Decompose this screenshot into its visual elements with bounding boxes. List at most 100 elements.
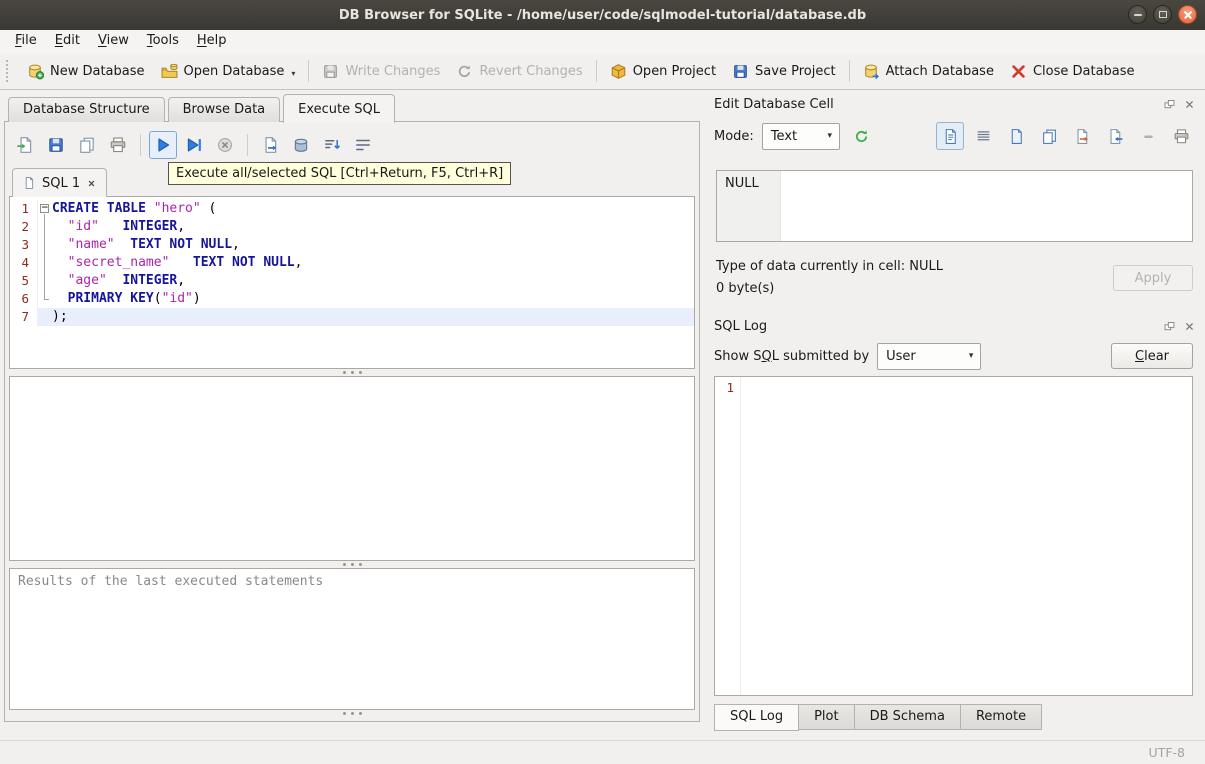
editor-line[interactable]: 1− CREATE TABLE "hero" ( (10, 200, 694, 218)
dock-tab-sql-log[interactable]: SQL Log (714, 704, 800, 731)
float-icon[interactable] (1161, 96, 1177, 112)
tab-execute-sql[interactable]: Execute SQL (283, 94, 396, 123)
execute-line-icon (185, 136, 203, 154)
right-pane: Edit Database Cell Mode: Text ▾ NULL Typ… (704, 90, 1205, 740)
save-results-button[interactable] (287, 131, 315, 159)
open-database-button[interactable]: Open Database ▾ (153, 59, 304, 84)
cell-editor[interactable]: NULL (716, 170, 1193, 242)
new-db-icon (27, 63, 44, 80)
toolbar-button-label: Save Project (755, 63, 836, 79)
toolbar-handle[interactable] (6, 60, 14, 82)
apply-format-icon (853, 128, 870, 145)
main-tabbar: Database Structure Browse Data Execute SQL (8, 93, 398, 123)
editor-line[interactable]: 4 "secret_name" TEXT NOT NULL, (10, 254, 694, 272)
save-project-button[interactable]: Save Project (724, 59, 844, 84)
log-gutter: 1 (715, 377, 741, 695)
log-line-number: 1 (726, 380, 734, 395)
fold-marker (38, 290, 52, 308)
menu-help[interactable]: Help (188, 30, 236, 53)
fold-marker (38, 272, 52, 290)
copy-cell-button[interactable] (1035, 122, 1063, 150)
editor-line[interactable]: 3 "name" TEXT NOT NULL, (10, 236, 694, 254)
editor-line[interactable]: 7); (10, 308, 694, 326)
menu-view[interactable]: View (89, 30, 138, 53)
open-project-icon (610, 63, 627, 80)
log-filter-select[interactable]: User ▾ (877, 342, 982, 370)
export-results-button[interactable] (256, 131, 284, 159)
import-cell-icon (1107, 128, 1124, 145)
edit-cell-toolbar: Mode: Text ▾ (714, 121, 1195, 151)
sql-tab[interactable]: SQL 1 (12, 168, 108, 197)
line-number: 3 (10, 236, 38, 254)
sql-log-area[interactable]: 1 (714, 376, 1193, 696)
dock-tab-plot[interactable]: Plot (799, 704, 855, 730)
editor-line[interactable]: 6 PRIMARY KEY("id") (10, 290, 694, 308)
close-database-button[interactable]: Close Database (1002, 59, 1143, 84)
attach-database-button[interactable]: Attach Database (855, 59, 1002, 84)
sql-tab-close-icon[interactable] (86, 178, 97, 189)
open-sql-file-button[interactable] (11, 131, 39, 159)
print-cell-button[interactable] (1167, 122, 1195, 150)
dock-icons (1161, 96, 1197, 112)
main-toolbar: New Database Open Database ▾ Write Changes R… (0, 53, 1205, 90)
clear-button[interactable]: Clear (1111, 343, 1193, 369)
justify-button[interactable] (969, 122, 997, 150)
sql-editor[interactable]: 1− CREATE TABLE "hero" (2 "id" INTEGER, 3 … (9, 196, 695, 369)
line-number: 6 (10, 290, 38, 308)
print-sql-button[interactable] (104, 131, 132, 159)
menu-file[interactable]: File (6, 30, 46, 53)
maximize-button[interactable] (1153, 5, 1172, 24)
apply-button[interactable]: Apply (1113, 265, 1193, 291)
export-cell-button[interactable] (1068, 122, 1096, 150)
wrap-text-button[interactable] (936, 122, 964, 150)
save-sql-as-button[interactable] (73, 131, 101, 159)
splitter-handle[interactable] (9, 561, 695, 568)
new-database-button[interactable]: New Database (19, 59, 153, 84)
float-icon[interactable] (1161, 318, 1177, 334)
close-icon[interactable] (1181, 318, 1197, 334)
close-window-button[interactable] (1178, 5, 1197, 24)
tab-database-structure[interactable]: Database Structure (8, 97, 165, 122)
log-filter-label: Show SQL submitted by (714, 348, 870, 364)
minimize-button[interactable] (1128, 5, 1147, 24)
format-sql-button[interactable] (318, 131, 346, 159)
apply-format-button[interactable] (848, 122, 876, 150)
stop-icon (216, 136, 234, 154)
sql-log-controls: Show SQL submitted by User ▾ Clear (714, 341, 1193, 371)
content-area: Database Structure Browse Data Execute SQL… (0, 90, 1205, 740)
toolbar-separator (848, 60, 850, 82)
close-icon[interactable] (1181, 96, 1197, 112)
titlebar[interactable]: DB Browser for SQLite - /home/user/code/… (0, 0, 1205, 30)
open-sql-file-icon (16, 136, 34, 154)
toolbar-button-label: Write Changes (345, 63, 441, 79)
menu-tools[interactable]: Tools (138, 30, 188, 53)
dock-tab-remote[interactable]: Remote (960, 704, 1043, 730)
execute-all-button[interactable] (149, 131, 177, 159)
export-cell-icon (1074, 128, 1091, 145)
fold-marker[interactable]: − (38, 200, 52, 218)
close-db-icon (1010, 63, 1027, 80)
import-cell-button[interactable] (1101, 122, 1129, 150)
mode-select[interactable]: Text ▾ (761, 122, 840, 150)
menubar: File Edit View Tools Help (0, 30, 1205, 53)
save-sql-file-button[interactable] (42, 131, 70, 159)
dock-tab-db-schema[interactable]: DB Schema (854, 704, 961, 730)
editor-line[interactable]: 5 "age" INTEGER, (10, 272, 694, 290)
execute-line-button[interactable] (180, 131, 208, 159)
menu-edit[interactable]: Edit (46, 30, 89, 53)
fold-collapse-icon[interactable]: − (40, 204, 49, 213)
editor-line[interactable]: 2 "id" INTEGER, (10, 218, 694, 236)
save-project-icon (732, 63, 749, 80)
dropdown-arrow-icon[interactable]: ▾ (291, 69, 295, 78)
tab-browse-data[interactable]: Browse Data (167, 97, 281, 122)
maximize-icon (1158, 11, 1167, 18)
execute-all-icon (154, 136, 172, 154)
splitter-handle[interactable] (9, 710, 695, 717)
open-project-button[interactable]: Open Project (602, 59, 724, 84)
open-in-editor-button[interactable] (1002, 122, 1030, 150)
splitter-handle[interactable] (9, 369, 695, 376)
sql-toolbar (9, 126, 695, 164)
word-wrap-button[interactable] (349, 131, 377, 159)
toolbar-button-label: Close Database (1032, 63, 1135, 79)
set-null-button[interactable] (1134, 122, 1162, 150)
